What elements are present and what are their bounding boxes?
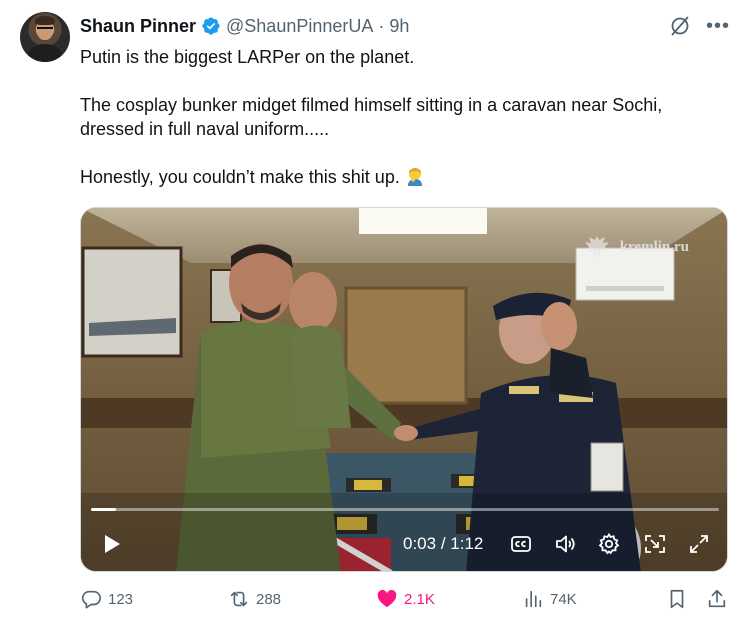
- like-button[interactable]: 2.1K: [376, 588, 435, 610]
- reply-icon: [81, 590, 101, 609]
- author-avatar[interactable]: [20, 12, 70, 62]
- post-time[interactable]: 9h: [389, 16, 409, 37]
- tweet-paragraph-2: The cosplay bunker midget filmed himself…: [80, 95, 668, 139]
- tweet-header: Shaun Pinner @ShaunPinnerUA · 9h: [80, 14, 409, 38]
- top-actions: •••: [668, 14, 730, 38]
- video-timecode: 0:03 / 1:12: [403, 534, 483, 554]
- video-time-separator: /: [440, 534, 446, 553]
- video-player[interactable]: kremlin.ru 0:03 / 1:12: [80, 207, 728, 572]
- repost-button[interactable]: 288: [228, 588, 281, 610]
- settings-icon[interactable]: [597, 532, 621, 556]
- repost-icon: [230, 591, 248, 607]
- share-icon: [708, 589, 726, 608]
- video-progress-fill: [91, 508, 117, 511]
- video-progress-bar[interactable]: [91, 508, 719, 511]
- like-count: 2.1K: [404, 590, 435, 608]
- tweet-paragraph-3-text: Honestly, you couldn’t make this shit up…: [80, 167, 400, 187]
- watermark-text: kremlin.ru: [619, 238, 689, 255]
- views-button[interactable]: 74K: [522, 588, 577, 610]
- eagle-emblem-icon: [584, 236, 609, 257]
- captions-icon[interactable]: [509, 532, 533, 556]
- separator-dot: ·: [378, 15, 385, 36]
- facepalm-emoji-icon: [407, 168, 422, 186]
- video-watermark: kremlin.ru: [582, 232, 689, 262]
- tweet-text: Putin is the biggest LARPer on the plane…: [80, 45, 720, 213]
- tweet-paragraph-3: Honestly, you couldn’t make this shit up…: [80, 165, 720, 189]
- bookmark-button[interactable]: [666, 588, 688, 610]
- author-handle[interactable]: @ShaunPinnerUA: [226, 16, 373, 37]
- video-frame: [81, 208, 727, 571]
- grok-icon[interactable]: [668, 14, 692, 38]
- views-icon: [525, 590, 542, 608]
- reply-button[interactable]: 123: [80, 588, 133, 610]
- author-name[interactable]: Shaun Pinner: [80, 16, 196, 37]
- play-icon[interactable]: [99, 532, 123, 556]
- verified-badge-icon: [202, 17, 220, 35]
- fullscreen-icon[interactable]: [687, 532, 711, 556]
- tweet-actions: 123 288 2.1K 74K: [80, 588, 732, 614]
- volume-icon[interactable]: [553, 532, 577, 556]
- pip-icon[interactable]: [643, 532, 667, 556]
- views-count: 74K: [550, 590, 577, 608]
- video-duration: 1:12: [450, 534, 484, 553]
- share-button[interactable]: [706, 588, 728, 610]
- video-controls: 0:03 / 1:12: [81, 526, 727, 562]
- more-icon[interactable]: •••: [706, 16, 730, 36]
- reply-count: 123: [108, 590, 134, 608]
- repost-count: 288: [256, 590, 282, 608]
- tweet-paragraph-1: Putin is the biggest LARPer on the plane…: [80, 47, 415, 67]
- video-current-time: 0:03: [403, 534, 437, 553]
- bookmark-icon: [670, 589, 684, 609]
- like-icon: [377, 589, 397, 608]
